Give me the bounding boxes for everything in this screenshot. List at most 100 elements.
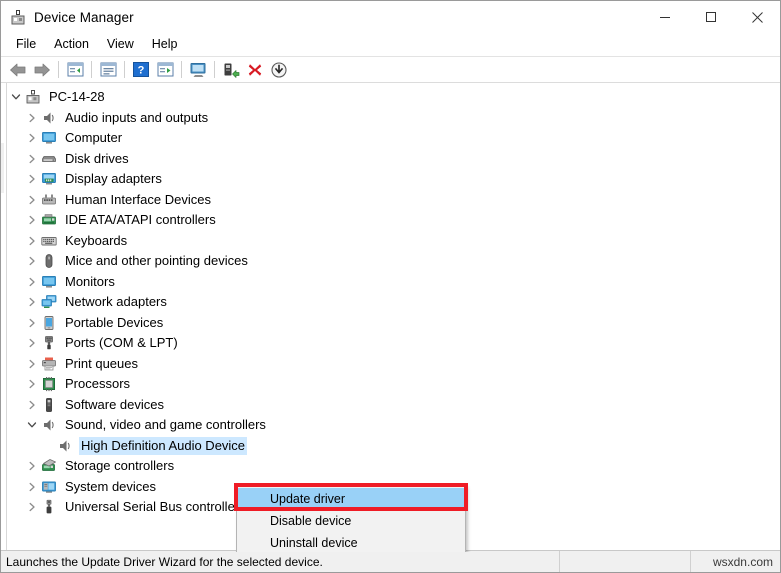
- tree-node-monitors[interactable]: Monitors: [7, 272, 780, 293]
- software-device-icon: [40, 396, 58, 414]
- tree-node-human-interface-devices[interactable]: Human Interface Devices: [7, 190, 780, 211]
- monitor-icon: [40, 129, 58, 147]
- speaker-icon: [56, 437, 74, 455]
- chevron-right-icon[interactable]: [23, 251, 40, 271]
- tree-node-label: Display adapters: [65, 171, 162, 187]
- watermark: wsxdn.com: [712, 554, 773, 569]
- chevron-right-icon[interactable]: [23, 108, 40, 128]
- context-menu-item-update-driver[interactable]: Update driver: [237, 488, 465, 510]
- tree-node-keyboards[interactable]: Keyboards: [7, 231, 780, 252]
- chevron-right-icon[interactable]: [23, 395, 40, 415]
- tree-node-computer[interactable]: Computer: [7, 128, 780, 149]
- device-tree: PC-14-28 Audio inputs and outputs Comput…: [7, 87, 780, 552]
- help-icon[interactable]: ?: [129, 59, 153, 81]
- context-menu-item-uninstall-device[interactable]: Uninstall device: [237, 532, 465, 552]
- chevron-down-icon[interactable]: [23, 415, 40, 435]
- toolbar-separator-4: [181, 61, 182, 78]
- menu-help[interactable]: Help: [143, 35, 187, 54]
- tree-node-print-queues[interactable]: Print queues: [7, 354, 780, 375]
- tree-node-label: Human Interface Devices: [65, 191, 211, 207]
- tree-node-label: Storage controllers: [65, 458, 175, 474]
- maximize-button[interactable]: [688, 1, 734, 33]
- tree-node-root[interactable]: PC-14-28: [7, 87, 780, 108]
- properties-icon[interactable]: [96, 59, 120, 81]
- mouse-icon: [40, 252, 58, 270]
- tree-node-label: Processors: [65, 376, 131, 392]
- tree-node-portable-devices[interactable]: Portable Devices: [7, 313, 780, 334]
- computer-root-icon: [24, 88, 42, 106]
- tree-node-high-definition-audio-device[interactable]: High Definition Audio Device: [7, 436, 780, 457]
- show-hide-console-tree-icon[interactable]: [63, 59, 87, 81]
- chevron-down-icon[interactable]: [7, 87, 24, 107]
- chevron-right-icon[interactable]: [23, 497, 40, 517]
- update-driver-icon[interactable]: [219, 59, 243, 81]
- menu-view[interactable]: View: [98, 35, 143, 54]
- toolbar-separator-1: [58, 61, 59, 78]
- tree-node-label: Mice and other pointing devices: [65, 253, 248, 269]
- close-button[interactable]: [734, 1, 780, 33]
- chevron-right-icon[interactable]: [23, 313, 40, 333]
- chevron-right-icon[interactable]: [23, 169, 40, 189]
- chevron-right-icon[interactable]: [23, 477, 40, 497]
- chevron-right-icon[interactable]: [23, 354, 40, 374]
- tree-node-label: PC-14-28: [49, 89, 105, 105]
- menu-action[interactable]: Action: [45, 35, 98, 54]
- toolbar: ?: [1, 56, 780, 83]
- action-menu-icon[interactable]: [153, 59, 177, 81]
- context-menu-item-disable-device[interactable]: Disable device: [237, 510, 465, 532]
- tree-node-label: Print queues: [65, 355, 138, 371]
- tree-node-processors[interactable]: Processors: [7, 374, 780, 395]
- tree-node-label: System devices: [65, 478, 157, 494]
- status-bar: Launches the Update Driver Wizard for th…: [1, 550, 780, 572]
- tree-node-display-adapters[interactable]: Display adapters: [7, 169, 780, 190]
- tree-node-ide-ata-atapi-controllers[interactable]: IDE ATA/ATAPI controllers: [7, 210, 780, 231]
- chevron-right-icon[interactable]: [23, 190, 40, 210]
- chevron-right-icon[interactable]: [23, 292, 40, 312]
- chevron-right-icon[interactable]: [23, 374, 40, 394]
- tree-node-label: High Definition Audio Device: [79, 436, 248, 455]
- chevron-right-icon[interactable]: [23, 210, 40, 230]
- tree-node-storage-controllers[interactable]: Storage controllers: [7, 456, 780, 477]
- usb-controller-icon: [40, 498, 58, 516]
- tree-node-ports-com-and-lpt[interactable]: Ports (COM & LPT): [7, 333, 780, 354]
- device-manager-window: Device Manager File Action View Help ? P…: [0, 0, 781, 573]
- window-title: Device Manager: [34, 9, 134, 25]
- menu-bar: File Action View Help: [1, 33, 780, 56]
- chevron-right-icon[interactable]: [23, 456, 40, 476]
- device-manager-icon: [9, 8, 27, 26]
- disable-device-icon[interactable]: [267, 59, 291, 81]
- tree-node-disk-drives[interactable]: Disk drives: [7, 149, 780, 170]
- tree-node-software-devices[interactable]: Software devices: [7, 395, 780, 416]
- scan-for-hardware-changes-icon[interactable]: [186, 59, 210, 81]
- status-middle-pane: [560, 550, 691, 572]
- keyboard-icon: [40, 232, 58, 250]
- device-tree-pane: PC-14-28 Audio inputs and outputs Comput…: [1, 83, 780, 552]
- chevron-right-icon[interactable]: [23, 231, 40, 251]
- tree-node-label: Monitors: [65, 273, 115, 289]
- menu-file[interactable]: File: [7, 35, 45, 54]
- forward-icon[interactable]: [30, 59, 54, 81]
- chevron-right-icon[interactable]: [23, 149, 40, 169]
- chevron-right-icon[interactable]: [23, 272, 40, 292]
- chevron-right-icon[interactable]: [23, 128, 40, 148]
- tree-node-network-adapters[interactable]: Network adapters: [7, 292, 780, 313]
- minimize-button[interactable]: [642, 1, 688, 33]
- tree-node-sound-video-and-game-controllers[interactable]: Sound, video and game controllers: [7, 415, 780, 436]
- portable-device-icon: [40, 314, 58, 332]
- status-message: Launches the Update Driver Wizard for th…: [1, 550, 560, 572]
- context-menu: Update driver Disable device Uninstall d…: [236, 485, 466, 552]
- svg-text:?: ?: [138, 65, 145, 77]
- uninstall-device-icon[interactable]: [243, 59, 267, 81]
- tree-node-mice-and-other-pointing-devices[interactable]: Mice and other pointing devices: [7, 251, 780, 272]
- toolbar-separator-5: [214, 61, 215, 78]
- tree-node-label: Ports (COM & LPT): [65, 335, 178, 351]
- toolbar-separator-3: [124, 61, 125, 78]
- window-controls: [642, 1, 780, 33]
- display-adapter-icon: [40, 170, 58, 188]
- tree-node-audio-inputs-and-outputs[interactable]: Audio inputs and outputs: [7, 108, 780, 129]
- hid-icon: [40, 191, 58, 209]
- chevron-right-icon[interactable]: [23, 333, 40, 353]
- printer-icon: [40, 355, 58, 373]
- storage-controller-icon: [40, 457, 58, 475]
- back-icon[interactable]: [6, 59, 30, 81]
